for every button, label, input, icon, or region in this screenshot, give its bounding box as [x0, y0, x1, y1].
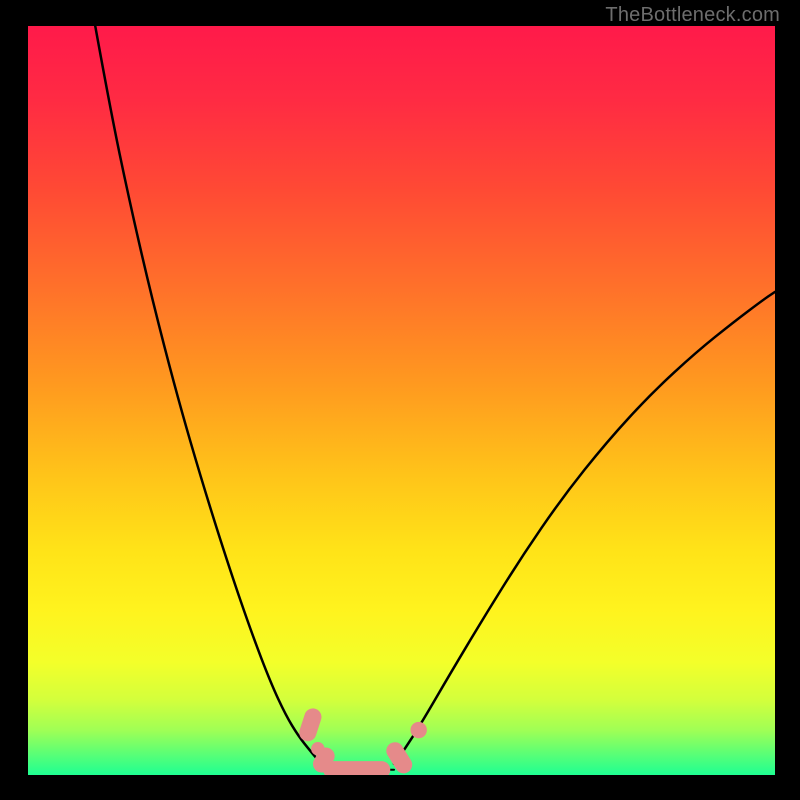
bottom-rounded-rect	[323, 761, 390, 775]
chart-svg	[28, 26, 775, 775]
plot-area	[28, 26, 775, 775]
gradient-background	[28, 26, 775, 775]
watermark-text: TheBottleneck.com	[605, 4, 780, 27]
right-round-dot	[410, 722, 426, 738]
chart-frame: TheBottleneck.com	[0, 0, 800, 800]
